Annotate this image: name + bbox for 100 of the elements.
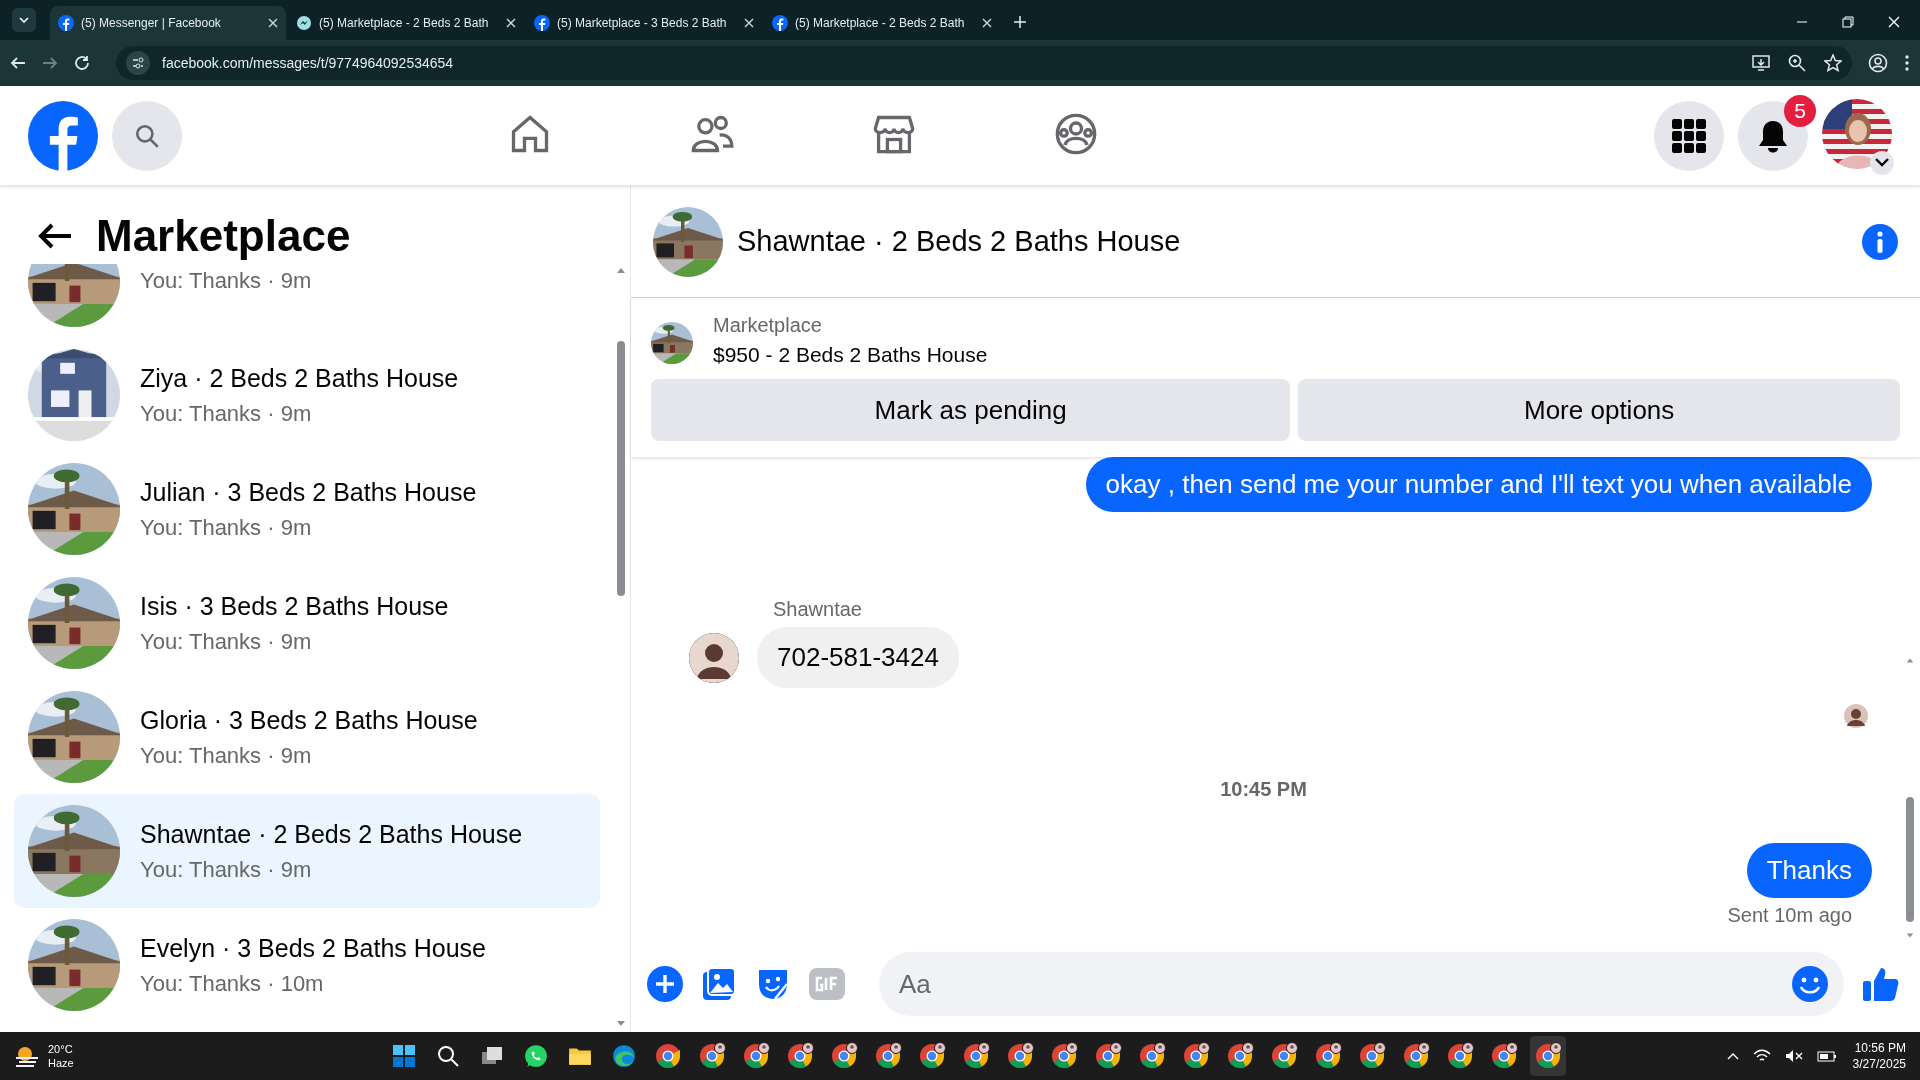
browser-tab[interactable]: (5) Messenger | Facebook bbox=[50, 6, 286, 40]
bell-icon bbox=[1757, 118, 1789, 153]
info-icon[interactable] bbox=[1862, 223, 1898, 260]
chat-title: Shawntae · 2 Beds 2 Baths House bbox=[737, 225, 1182, 258]
restore-icon[interactable] bbox=[1842, 16, 1854, 28]
listing-action-button[interactable]: More options bbox=[1298, 379, 1900, 441]
clock-time[interactable]: 10:56 PM bbox=[1852, 1040, 1906, 1056]
sent-message: okay , then send me your number and I'll text you when available bbox=[1085, 457, 1872, 512]
conversation-title: Shawntae · 2 Beds 2 Baths House bbox=[140, 819, 523, 849]
grid-icon bbox=[1672, 118, 1706, 153]
facebook-icon bbox=[58, 15, 74, 31]
caret-icon bbox=[19, 17, 29, 23]
chrome-profile-icon bbox=[1050, 1042, 1078, 1070]
wifi-icon[interactable] bbox=[1752, 1049, 1771, 1063]
chrome-profile-icon bbox=[1402, 1042, 1430, 1070]
conversation-title: Isis · 3 Beds 2 Baths House bbox=[140, 591, 449, 621]
star-icon[interactable] bbox=[1824, 54, 1842, 72]
chrome-profile-icon bbox=[1446, 1042, 1474, 1070]
conversation-item[interactable]: Gloria · 3 Beds 2 Baths House You: Thanks · 9m bbox=[14, 680, 600, 794]
taskbar-app[interactable] bbox=[1530, 1036, 1566, 1076]
conversation-item[interactable]: Isis · 3 Beds 2 Baths House You: Thanks · 9m bbox=[14, 566, 600, 680]
browser-tab[interactable]: (5) Marketplace - 2 Beds 2 Bath bbox=[288, 6, 524, 40]
reload-icon[interactable] bbox=[74, 55, 90, 71]
photo-icon[interactable] bbox=[701, 966, 737, 1002]
chevron-up-icon[interactable] bbox=[1726, 1052, 1739, 1060]
windows-icon bbox=[392, 1044, 416, 1068]
seen-avatar-icon bbox=[1844, 704, 1868, 728]
listing-source: Marketplace bbox=[713, 314, 823, 337]
conversation-item[interactable]: Julian · 3 Beds 2 Baths House You: Thanks · 9m bbox=[14, 452, 600, 566]
chrome-profile-icon bbox=[698, 1042, 726, 1070]
weather-haze-icon[interactable] bbox=[14, 1045, 40, 1067]
chrome-profile-icon bbox=[874, 1042, 902, 1070]
account-menu-button[interactable] bbox=[1870, 150, 1894, 175]
conversation-title: Evelyn · 3 Beds 2 Baths House bbox=[140, 933, 487, 963]
message-preview: You: Thanks · 9m bbox=[140, 742, 313, 769]
groups-icon bbox=[1054, 112, 1098, 156]
listing-action-button[interactable]: Mark as pending bbox=[651, 379, 1291, 441]
chrome-profile-icon bbox=[830, 1042, 858, 1070]
back-arrow-icon[interactable] bbox=[38, 222, 72, 250]
received-message: 702-581-3424 bbox=[757, 627, 959, 688]
conversation-item[interactable]: Ziya · 2 Beds 2 Baths House You: Thanks · 9m bbox=[14, 338, 600, 452]
message-preview: You: Thanks · 9m bbox=[140, 628, 313, 655]
scroll-down-icon[interactable] bbox=[616, 1020, 626, 1028]
delivery-status: Sent 10m ago bbox=[1727, 904, 1852, 927]
forward-arrow-icon[interactable] bbox=[42, 55, 58, 71]
facebook-logo[interactable] bbox=[28, 100, 98, 171]
chrome-profile-icon bbox=[918, 1042, 946, 1070]
conversation-item[interactable]: Shawntae · 2 Beds 2 Baths House You: Thanks · 9m bbox=[14, 794, 600, 908]
scroll-up-icon[interactable] bbox=[1906, 656, 1914, 664]
chrome-profile-icon bbox=[1006, 1042, 1034, 1070]
weather-condition: Haze bbox=[48, 1056, 74, 1070]
conversation-title: Julian · 3 Beds 2 Baths House bbox=[140, 477, 477, 507]
chrome-profile-icon bbox=[742, 1042, 770, 1070]
conversation-item[interactable]: Evelyn · 3 Beds 2 Baths House You: Thanks · 10m bbox=[14, 908, 600, 1022]
add-button[interactable] bbox=[647, 966, 683, 1002]
caret-icon bbox=[1875, 158, 1889, 167]
conversation-item[interactable]: You: Thanks · 9m bbox=[14, 264, 600, 338]
browser-tab[interactable]: (5) Marketplace - 3 Beds 2 Bath bbox=[526, 6, 762, 40]
sender-name: Shawntae bbox=[773, 598, 863, 621]
conversation-title: Ziya · 2 Beds 2 Baths House bbox=[140, 363, 459, 393]
facebook-icon bbox=[534, 15, 550, 31]
chrome-profile-icon bbox=[1226, 1042, 1254, 1070]
clock-date[interactable]: 3/27/2025 bbox=[1852, 1056, 1906, 1072]
sent-message: Thanks bbox=[1746, 843, 1872, 898]
search-icon bbox=[436, 1044, 460, 1068]
scroll-up-icon[interactable] bbox=[616, 266, 626, 274]
zoom-icon[interactable] bbox=[1788, 54, 1806, 72]
browser-tab[interactable]: (5) Marketplace - 2 Beds 2 Bath bbox=[764, 6, 1000, 40]
profile-icon[interactable] bbox=[1868, 53, 1888, 73]
facebook-icon bbox=[772, 15, 788, 31]
chat-bubble-icon bbox=[523, 1043, 549, 1069]
address-bar[interactable]: facebook.com/messages/t/9774964092534654 bbox=[116, 46, 1852, 80]
back-arrow-icon[interactable] bbox=[10, 55, 26, 71]
conversation-title: Gloria · 3 Beds 2 Baths House bbox=[140, 705, 478, 735]
chrome-profile-icon bbox=[1182, 1042, 1210, 1070]
close-icon[interactable] bbox=[744, 18, 754, 28]
message-preview: You: Thanks · 9m bbox=[140, 268, 312, 294]
chrome-profile-icon bbox=[1314, 1042, 1342, 1070]
battery-icon[interactable] bbox=[1816, 1049, 1837, 1063]
search-icon bbox=[134, 122, 160, 149]
thumbs-up-icon[interactable] bbox=[1862, 965, 1900, 1003]
message-input[interactable]: Aa bbox=[879, 952, 1844, 1016]
close-icon[interactable] bbox=[506, 18, 516, 28]
chrome-profile-icon bbox=[1094, 1042, 1122, 1070]
speaker-muted-icon[interactable] bbox=[1784, 1049, 1803, 1063]
install-app-icon[interactable] bbox=[1752, 54, 1770, 72]
message-preview: You: Thanks · 9m bbox=[140, 514, 313, 541]
emoji-icon[interactable] bbox=[1792, 966, 1828, 1002]
chrome-profile-icon bbox=[962, 1042, 990, 1070]
close-icon[interactable] bbox=[268, 18, 278, 28]
tab-search-button[interactable] bbox=[12, 8, 36, 32]
menu-icon[interactable] bbox=[1904, 54, 1910, 72]
close-icon[interactable] bbox=[982, 18, 992, 28]
new-tab-icon[interactable] bbox=[1014, 16, 1026, 28]
scroll-down-icon[interactable] bbox=[1906, 932, 1914, 940]
message-preview: You: Thanks · 9m bbox=[140, 400, 313, 427]
chrome-profile-icon bbox=[1358, 1042, 1386, 1070]
chrome-profile-icon bbox=[786, 1042, 814, 1070]
sidebar-title: Marketplace bbox=[96, 211, 351, 261]
message-preview: You: Thanks · 10m bbox=[140, 970, 325, 997]
